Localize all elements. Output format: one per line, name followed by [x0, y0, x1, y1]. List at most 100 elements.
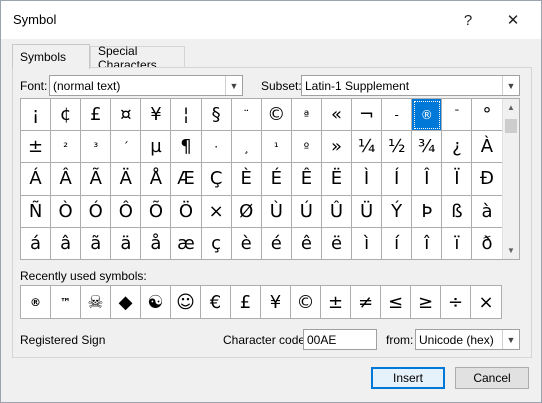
symbol-cell[interactable]: ® — [412, 99, 443, 132]
symbol-cell[interactable]: Ñ — [21, 195, 52, 228]
symbol-cell[interactable]: » — [321, 131, 353, 164]
symbol-cell[interactable]: Ó — [81, 195, 112, 228]
recent-symbol-cell[interactable]: ☠ — [81, 286, 111, 318]
symbol-cell[interactable]: Æ — [171, 163, 202, 196]
symbol-cell[interactable]: ¦ — [171, 99, 202, 132]
symbol-cell[interactable]: ¤ — [111, 99, 142, 132]
symbol-cell[interactable]: Á — [21, 163, 52, 196]
symbol-cell[interactable]: ¾ — [412, 131, 443, 164]
symbol-cell[interactable]: Í — [382, 163, 413, 196]
symbol-cell[interactable]: Ã — [81, 163, 112, 196]
recent-symbol-cell[interactable]: € — [201, 286, 231, 318]
symbol-cell[interactable]: ª — [291, 99, 322, 132]
symbol-cell[interactable]: Ì — [352, 163, 383, 196]
chevron-down-icon[interactable]: ▼ — [502, 76, 519, 95]
symbol-cell[interactable]: ð — [472, 227, 503, 260]
symbol-cell[interactable]: © — [261, 99, 292, 132]
symbol-cell[interactable]: ½ — [382, 131, 413, 164]
cancel-button[interactable]: Cancel — [455, 367, 529, 389]
symbol-cell[interactable]: Ò — [51, 195, 82, 228]
symbol-cell[interactable]: í — [382, 227, 413, 260]
symbol-cell[interactable]: ¸ — [231, 131, 262, 164]
character-code-input[interactable] — [304, 330, 376, 349]
tab-special-characters[interactable]: Special Characters — [90, 44, 185, 72]
symbol-cell[interactable]: µ — [141, 131, 172, 164]
scroll-down-icon[interactable]: ▼ — [503, 242, 519, 259]
subset-dropdown[interactable]: Latin-1 Supplement ▼ — [301, 75, 520, 96]
symbol-cell[interactable]: É — [261, 163, 292, 196]
symbol-cell[interactable]: ï — [442, 227, 473, 260]
symbol-cell[interactable]: é — [261, 227, 292, 260]
symbol-cell[interactable]: Ú — [291, 195, 322, 228]
symbol-cell[interactable]: ¬ — [352, 99, 383, 132]
symbol-cell[interactable]: Õ — [141, 195, 172, 228]
symbol-cell[interactable]: Þ — [412, 195, 443, 228]
recent-symbol-cell[interactable]: ÷ — [441, 286, 471, 318]
symbol-cell[interactable]: ² — [51, 131, 82, 164]
symbol-cell[interactable]: ä — [111, 227, 142, 260]
symbol-cell[interactable]: - — [382, 99, 413, 132]
recent-symbol-cell[interactable]: ☯ — [141, 286, 171, 318]
symbol-cell[interactable]: ¨ — [231, 99, 262, 132]
symbol-cell[interactable]: ¥ — [141, 99, 172, 132]
from-dropdown[interactable]: Unicode (hex) ▼ — [415, 329, 520, 350]
symbol-cell[interactable]: Ç — [201, 163, 232, 196]
recent-symbol-cell[interactable]: ≥ — [411, 286, 441, 318]
symbol-cell[interactable]: ¹ — [261, 131, 292, 164]
symbol-cell[interactable]: ¡ — [21, 99, 52, 132]
symbol-cell[interactable]: ³ — [81, 131, 112, 164]
symbol-cell[interactable]: ± — [21, 131, 52, 164]
symbol-cell[interactable]: ¼ — [352, 131, 383, 164]
symbol-cell[interactable]: ß — [442, 195, 473, 228]
close-icon[interactable]: ✕ — [499, 7, 527, 33]
symbol-cell[interactable]: á — [21, 227, 52, 260]
symbol-cell[interactable]: È — [231, 163, 262, 196]
symbol-cell[interactable]: À — [472, 131, 503, 164]
chevron-down-icon[interactable]: ▼ — [502, 330, 519, 349]
symbol-cell[interactable]: ê — [291, 227, 322, 260]
symbol-cell[interactable]: ë — [321, 227, 353, 260]
symbol-cell[interactable]: Ê — [291, 163, 322, 196]
chevron-down-icon[interactable]: ▼ — [225, 76, 242, 95]
tab-symbols[interactable]: Symbols — [12, 44, 90, 69]
symbol-cell[interactable]: à — [472, 195, 503, 228]
symbol-cell[interactable]: ¯ — [442, 99, 473, 132]
scroll-thumb[interactable] — [505, 119, 517, 133]
symbol-cell[interactable]: Ä — [111, 163, 142, 196]
recent-symbol-cell[interactable]: © — [291, 286, 321, 318]
recent-symbol-cell[interactable]: ◆ — [111, 286, 141, 318]
recent-symbol-cell[interactable]: ± — [321, 286, 351, 318]
symbol-cell[interactable]: å — [141, 227, 172, 260]
grid-scrollbar[interactable]: ▲ ▼ — [502, 99, 519, 259]
symbol-cell[interactable]: Ü — [352, 195, 383, 228]
help-icon[interactable]: ? — [454, 7, 482, 33]
symbol-cell[interactable]: î — [412, 227, 443, 260]
symbol-cell[interactable]: Ô — [111, 195, 142, 228]
symbol-cell[interactable]: Ù — [261, 195, 292, 228]
recent-symbol-cell[interactable]: ≠ — [351, 286, 381, 318]
character-code-field[interactable] — [303, 329, 377, 350]
symbol-cell[interactable]: è — [231, 227, 262, 260]
symbol-cell[interactable]: ´ — [111, 131, 142, 164]
symbol-cell[interactable]: · — [201, 131, 232, 164]
recent-symbol-cell[interactable]: ☺ — [171, 286, 201, 318]
symbol-cell[interactable]: Ï — [442, 163, 473, 196]
symbol-cell[interactable]: § — [201, 99, 232, 132]
symbol-cell[interactable]: Ø — [231, 195, 262, 228]
symbol-cell[interactable]: Đ — [472, 163, 503, 196]
font-dropdown[interactable]: (normal text) ▼ — [49, 75, 243, 96]
symbol-cell[interactable]: ì — [352, 227, 383, 260]
symbol-cell[interactable]: Â — [51, 163, 82, 196]
symbol-cell[interactable]: × — [201, 195, 232, 228]
insert-button[interactable]: Insert — [371, 367, 445, 389]
recent-symbol-cell[interactable]: ≤ — [381, 286, 411, 318]
scroll-up-icon[interactable]: ▲ — [503, 99, 519, 116]
symbol-cell[interactable]: º — [291, 131, 322, 164]
recent-symbol-cell[interactable]: ¥ — [261, 286, 291, 318]
recent-symbol-cell[interactable]: ® — [21, 286, 51, 318]
symbol-cell[interactable]: ° — [472, 99, 503, 132]
symbol-cell[interactable]: « — [321, 99, 353, 132]
symbol-cell[interactable]: ã — [81, 227, 112, 260]
recent-symbol-cell[interactable]: £ — [231, 286, 261, 318]
symbol-cell[interactable]: ¢ — [51, 99, 82, 132]
